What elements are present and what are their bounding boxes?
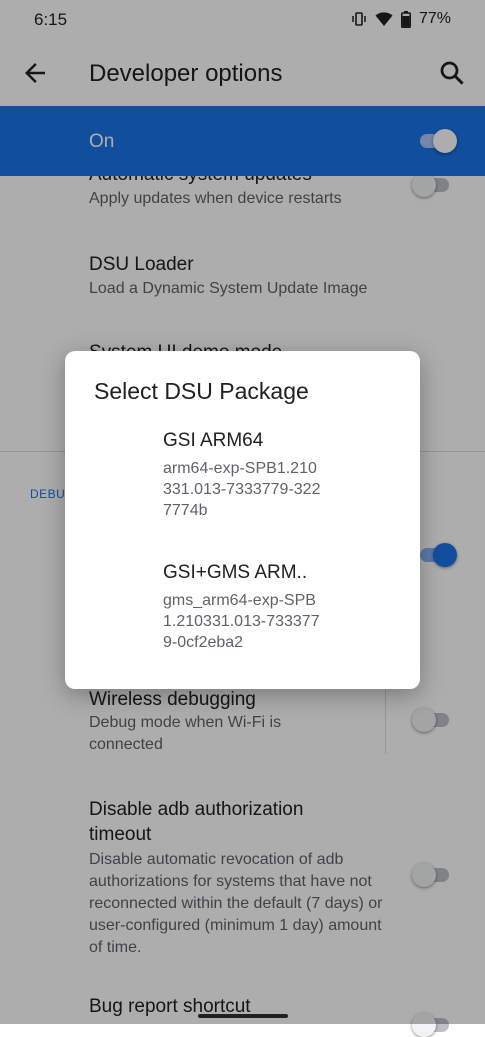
package-name: GSI+GMS ARM.. xyxy=(163,562,308,583)
dsu-package-option[interactable]: GSI+GMS ARM.. gms_arm64-exp-SPB1.210331.… xyxy=(163,561,403,653)
package-description: arm64-exp-SPB1.210331.013-7333779-322777… xyxy=(163,460,321,519)
select-dsu-dialog: Select DSU Package GSI ARM64 arm64-exp-S… xyxy=(65,351,420,689)
package-description: gms_arm64-exp-SPB1.210331.013-7333779-0c… xyxy=(163,592,320,651)
dsu-package-option[interactable]: GSI ARM64 arm64-exp-SPB1.210331.013-7333… xyxy=(163,429,403,521)
screen: 6:15 77% Developer options Apply updates… xyxy=(0,0,485,1037)
package-name: GSI ARM64 xyxy=(163,430,264,451)
dialog-title: Select DSU Package xyxy=(94,378,309,404)
gesture-nav-handle[interactable] xyxy=(198,1014,288,1018)
